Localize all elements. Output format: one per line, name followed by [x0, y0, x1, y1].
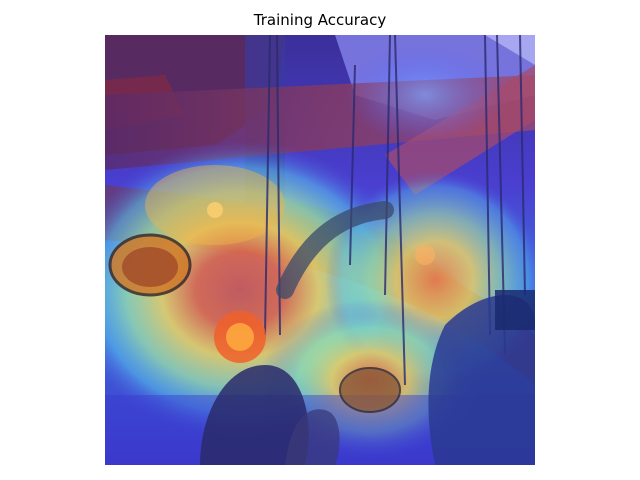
figure: Training Accuracy — [0, 0, 640, 480]
heatmap-image — [105, 35, 535, 465]
figure-title: Training Accuracy — [253, 11, 387, 29]
heatmap-overlay-image — [105, 35, 535, 465]
